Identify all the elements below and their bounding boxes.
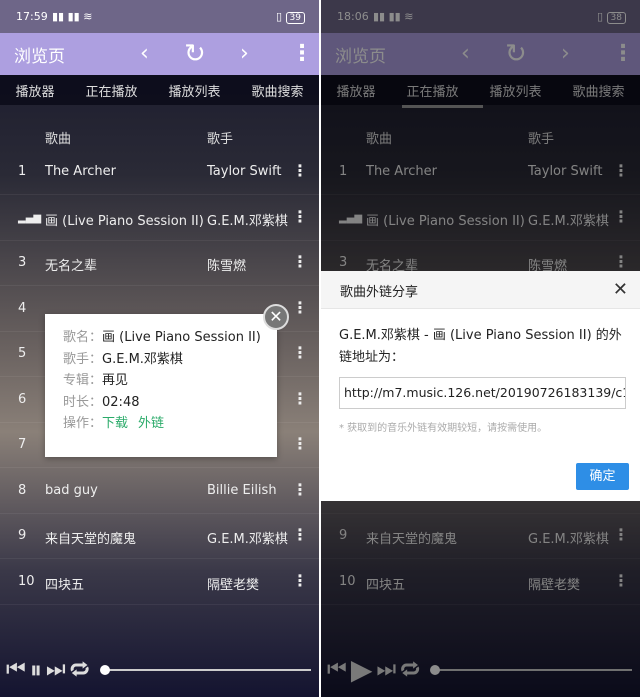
dialog-message: G.E.M.邓紫棋 - 画 (Live Piano Session II) 的外… <box>339 328 622 365</box>
song-number: 6 <box>18 391 27 407</box>
song-number: 8 <box>18 482 27 498</box>
label-actions: 操作： <box>63 416 103 431</box>
info-duration: 02:48 <box>102 394 140 410</box>
song-info-popup: 歌名：画 (Live Piano Session II) 歌手：G.E.M.邓紫… <box>45 314 277 457</box>
playing-bars-icon: ▂▄▆ <box>18 212 42 224</box>
external-link[interactable]: 外链 <box>138 416 164 431</box>
song-artist: Taylor Swift <box>207 164 282 179</box>
info-name: 画 (Live Piano Session II) <box>102 330 261 345</box>
song-row[interactable]: 9 来自天堂的魔鬼 G.E.M.邓紫棋 ⋮ <box>0 514 319 559</box>
info-artist: G.E.M.邓紫棋 <box>102 351 183 367</box>
song-title: bad guy <box>45 482 98 498</box>
progress-slider[interactable] <box>99 664 311 675</box>
info-album: 再见 <box>102 373 129 388</box>
column-artist: 歌手 <box>207 132 234 147</box>
row-more-icon[interactable]: ⋮ <box>292 298 308 317</box>
song-row[interactable]: 1 The Archer Taylor Swift ⋮ <box>0 150 319 195</box>
row-more-icon[interactable]: ⋮ <box>292 434 308 453</box>
label-album: 专辑： <box>63 373 103 388</box>
ok-button[interactable]: 确定 <box>576 463 629 490</box>
url-field[interactable]: http://m7.music.126.net/20190726183139/c… <box>339 377 626 409</box>
close-popup-icon[interactable]: ✕ <box>263 304 289 330</box>
pause-icon[interactable]: ⏸ <box>30 656 42 684</box>
song-row[interactable]: 3 无名之辈 陈雪燃 ⋮ <box>0 241 319 286</box>
song-title: 无名之辈 <box>45 259 98 274</box>
song-artist: 陈雪燃 <box>207 259 247 274</box>
dialog-title: 歌曲外链分享 <box>340 285 419 300</box>
player-bar: ⏮ ⏸ ⏭ 🔁︎ <box>0 642 319 697</box>
row-more-icon[interactable]: ⋮ <box>292 207 308 226</box>
row-more-icon[interactable]: ⋮ <box>292 525 308 544</box>
row-more-icon[interactable]: ⋮ <box>292 389 308 408</box>
row-more-icon[interactable]: ⋮ <box>292 161 308 180</box>
song-number: 1 <box>18 164 27 179</box>
song-title: 画 (Live Piano Session II) <box>45 213 204 229</box>
song-number: 7 <box>18 437 27 452</box>
phone-screen-right: 18:06 ▮▮ ▮▮ ≋ ▯ 38 浏览页 ‹ ↻ › ⋮ 播放器 正在播放 播放列表… <box>321 0 640 697</box>
label-artist: 歌手： <box>63 351 103 367</box>
signal-icon: ▮▮ ▮▮ ≋ <box>52 10 93 23</box>
song-number: 4 <box>18 300 27 316</box>
download-link[interactable]: 下载 <box>102 416 128 431</box>
song-artist: Billie Eilish <box>207 482 277 498</box>
repeat-icon[interactable]: 🔁︎ <box>70 655 90 684</box>
progress-knob[interactable] <box>99 664 110 675</box>
song-title: 来自天堂的魔鬼 <box>45 532 137 547</box>
refresh-icon[interactable]: ↻ <box>184 41 206 67</box>
app-bar: 浏览页 ‹ ↻ › ⋮ <box>0 33 319 75</box>
row-more-icon[interactable]: ⋮ <box>292 480 308 499</box>
song-number: 3 <box>18 255 27 270</box>
row-more-icon[interactable]: ⋮ <box>292 343 308 362</box>
song-number: 5 <box>18 346 27 361</box>
row-more-icon[interactable]: ⋮ <box>292 252 308 271</box>
song-artist: G.E.M.邓紫棋 <box>207 213 288 229</box>
vibrate-icon: ▯ <box>275 10 286 23</box>
close-icon[interactable]: ✕ <box>613 279 628 300</box>
song-row[interactable]: 8 bad guy Billie Eilish ⋮ <box>0 469 319 514</box>
status-bar: 17:59 ▮▮ ▮▮ ≋ ▯ 39 <box>0 0 319 33</box>
clock: 17:59 <box>16 10 48 23</box>
forward-icon[interactable]: › <box>240 41 249 67</box>
tab-3[interactable]: 歌曲搜索 <box>251 81 303 100</box>
tab-1[interactable]: 正在播放 <box>85 81 137 100</box>
label-name: 歌名： <box>63 330 103 345</box>
song-number: 10 <box>18 573 35 589</box>
song-title: The Archer <box>45 164 116 179</box>
row-more-icon[interactable]: ⋮ <box>292 571 308 590</box>
more-menu-icon[interactable]: ⋮ <box>291 41 313 67</box>
column-song: 歌曲 <box>45 132 72 147</box>
label-duration: 时长： <box>63 394 103 410</box>
song-row[interactable]: 10 四块五 隔壁老樊 ⋮ <box>0 560 319 605</box>
back-icon[interactable]: ‹ <box>140 41 149 67</box>
share-dialog: 歌曲外链分享 ✕ G.E.M.邓紫棋 - 画 (Live Piano Sessio… <box>321 271 640 501</box>
song-artist: G.E.M.邓紫棋 <box>207 532 288 547</box>
tab-0[interactable]: 播放器 <box>15 81 54 100</box>
tab-2[interactable]: 播放列表 <box>168 81 220 100</box>
battery-icon: 39 <box>285 12 305 24</box>
page-title: 浏览页 <box>14 46 65 67</box>
phone-screen-left: 17:59 ▮▮ ▮▮ ≋ ▯ 39 浏览页 ‹ ↻ › ⋮ 播放器 正在播放 播放列表… <box>0 0 319 697</box>
dialog-note: * 获取到的音乐外链有效期较短，请按需使用。 <box>339 423 548 434</box>
previous-icon[interactable]: ⏮ <box>6 657 26 682</box>
tab-bar: 播放器 正在播放 播放列表 歌曲搜索 <box>0 75 319 105</box>
song-title: 四块五 <box>45 577 85 593</box>
song-artist: 隔壁老樊 <box>207 577 260 593</box>
song-number: 9 <box>18 528 27 543</box>
song-row[interactable]: ▂▄▆ 画 (Live Piano Session II) G.E.M.邓紫棋 ⋮ <box>0 196 319 241</box>
next-icon[interactable]: ⏭ <box>46 657 66 682</box>
